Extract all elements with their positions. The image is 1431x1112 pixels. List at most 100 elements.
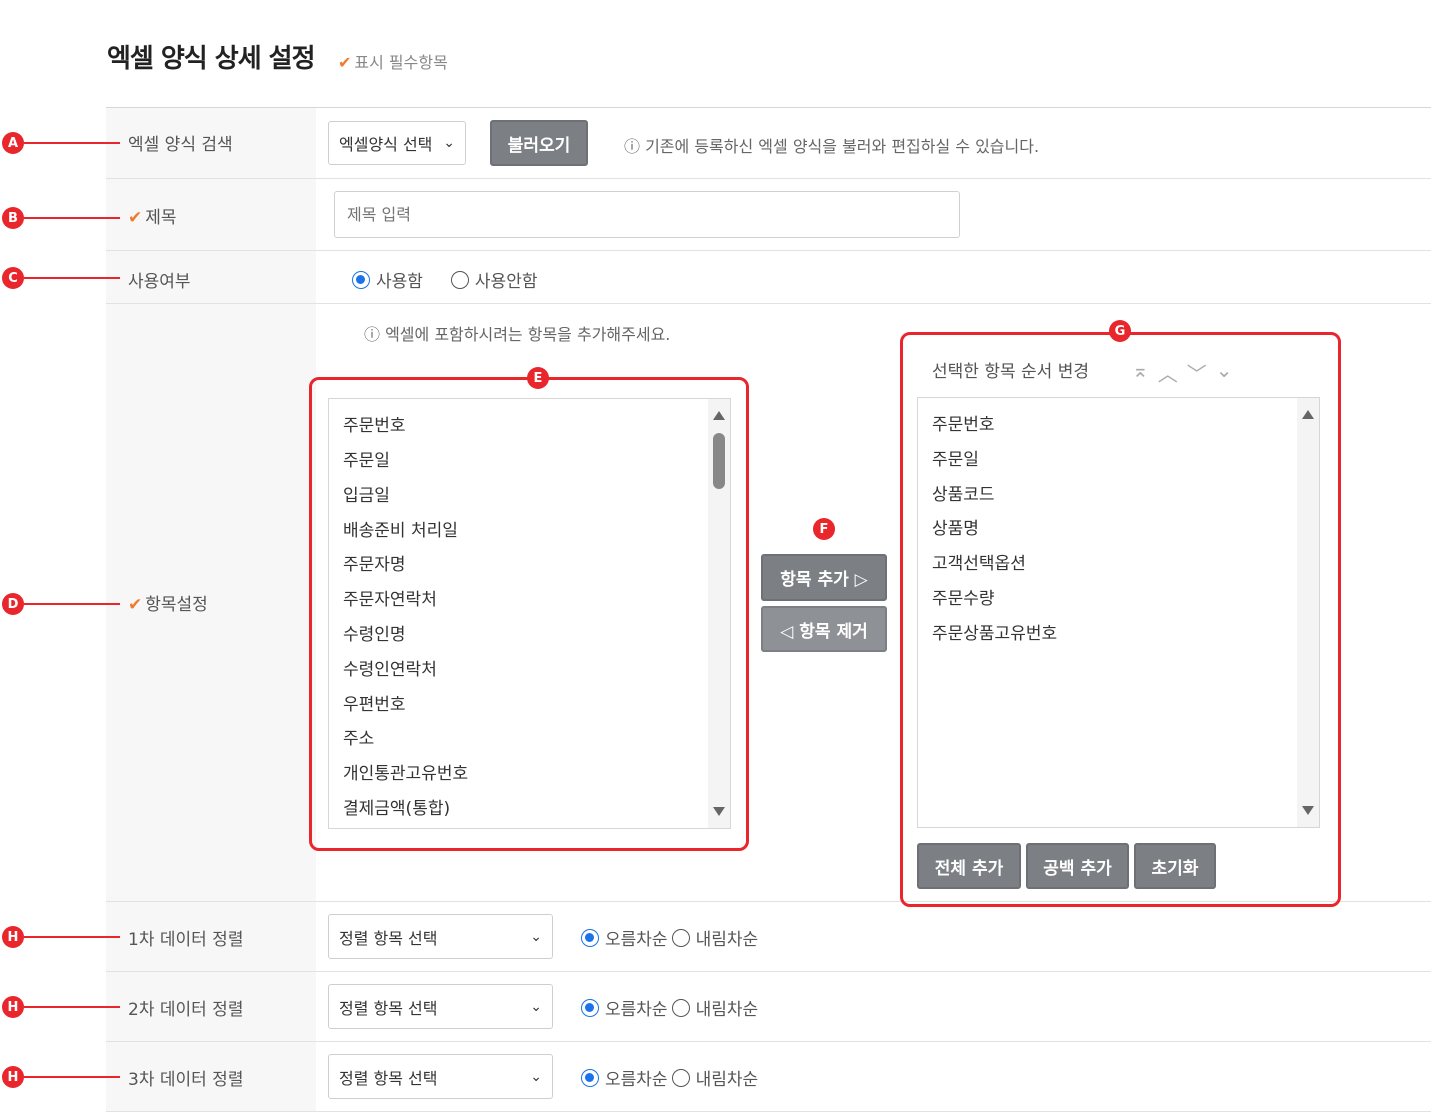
remove-item-button[interactable]: ◁ 항목 제거 <box>761 606 887 652</box>
add-all-button[interactable]: 전체 추가 <box>917 843 1021 889</box>
radio-unchecked-icon[interactable] <box>671 928 690 947</box>
asc-label: 오름차순 <box>605 930 668 950</box>
list-item[interactable]: 주문일 <box>343 446 390 471</box>
search-info-text: ⓘ 기존에 등록하신 엑셀 양식을 불러와 편집하실 수 있습니다. <box>624 137 1040 156</box>
scrollbar[interactable] <box>708 399 730 828</box>
desc-label: 내림차순 <box>695 930 759 950</box>
radio-checked-icon[interactable] <box>581 1068 599 1087</box>
list-item[interactable]: 주문일 <box>932 445 979 470</box>
marker-line <box>24 603 120 605</box>
list-item[interactable]: 상품명 <box>932 514 979 539</box>
marker-d: D <box>2 593 24 615</box>
list-item[interactable]: 주문상품고유번호 <box>932 619 1057 644</box>
asc-option[interactable]: 오름차순 <box>581 995 668 1020</box>
add-item-button[interactable]: 항목 추가 ▷ <box>761 554 887 601</box>
required-note-text: 표시 필수항목 <box>354 53 448 72</box>
list-item[interactable]: 주소 <box>343 724 374 749</box>
radio-unchecked-icon[interactable] <box>671 998 690 1017</box>
sort-order-group-1: 오름차순 내림차순 <box>581 925 758 950</box>
search-label: 엑셀 양식 검색 <box>128 135 233 155</box>
desc-label: 내림차순 <box>695 1000 759 1020</box>
asc-option[interactable]: 오름차순 <box>581 1065 668 1090</box>
use-yes-label: 사용함 <box>376 272 423 292</box>
list-item[interactable]: 주문자명 <box>343 550 406 575</box>
list-item[interactable]: 입금일 <box>343 481 390 506</box>
title-label: ✔ 제목 <box>128 203 177 228</box>
radio-checked-icon[interactable] <box>581 928 599 947</box>
desc-option[interactable]: 내림차순 <box>671 995 759 1020</box>
scroll-down-arrow-icon[interactable] <box>1302 806 1314 815</box>
scroll-thumb[interactable] <box>713 433 725 489</box>
marker-line <box>24 142 120 144</box>
chevron-down-icon: ⌄ <box>530 1068 542 1085</box>
marker-line <box>24 277 120 279</box>
sort-select-3[interactable]: 정렬 항목 선택 ⌄ <box>328 1054 553 1099</box>
excel-form-select[interactable]: 엑셀양식 선택 ⌄ <box>328 121 466 165</box>
list-item[interactable]: 개인통관고유번호 <box>343 759 468 784</box>
marker-e: E <box>527 367 549 389</box>
sort-label: 2차 데이터 정렬 <box>128 1000 244 1020</box>
radio-unchecked-icon[interactable] <box>671 1068 690 1087</box>
order-controls: ⌅ ︿ ﹀ ⌄ <box>1132 358 1233 387</box>
move-down-icon[interactable]: ﹀ <box>1187 358 1207 387</box>
use-no-option[interactable]: 사용안함 <box>450 267 537 292</box>
scrollbar[interactable] <box>1297 398 1319 827</box>
radio-checked-icon[interactable] <box>352 270 370 289</box>
items-label: ✔ 항목설정 <box>128 590 208 615</box>
sort-row-1: 1차 데이터 정렬 <box>106 902 1431 972</box>
desc-option[interactable]: 내림차순 <box>671 925 759 950</box>
radio-unchecked-icon[interactable] <box>450 270 469 289</box>
sort-label-cell: 1차 데이터 정렬 <box>106 902 316 971</box>
desc-option[interactable]: 내림차순 <box>671 1065 758 1090</box>
sort-row-3: 3차 데이터 정렬 <box>106 1042 1431 1112</box>
available-items-list[interactable]: 주문번호 주문일 입금일 배송준비 처리일 주문자명 주문자연락처 수령인명 수… <box>328 398 731 829</box>
list-item[interactable]: 수령인명 <box>343 620 406 645</box>
marker-h: H <box>2 996 24 1018</box>
scroll-down-arrow-icon[interactable] <box>713 807 725 816</box>
search-label-cell: 엑셀 양식 검색 <box>106 108 316 178</box>
scroll-up-arrow-icon[interactable] <box>713 411 725 420</box>
marker-h: H <box>2 1066 24 1088</box>
order-title: 선택한 항목 순서 변경 <box>932 362 1089 382</box>
sort-order-group-2: 오름차순 내림차순 <box>581 995 758 1020</box>
reset-button[interactable]: 초기화 <box>1134 843 1216 889</box>
sort-select-1[interactable]: 정렬 항목 선택 ⌄ <box>328 914 553 959</box>
page-title: 엑셀 양식 상세 설정 <box>107 44 316 74</box>
radio-checked-icon[interactable] <box>581 998 599 1017</box>
add-blank-button[interactable]: 공백 추가 <box>1026 843 1129 889</box>
sort-label: 1차 데이터 정렬 <box>128 930 244 950</box>
marker-c: C <box>2 267 24 289</box>
sort-select-value: 정렬 항목 선택 <box>339 1068 438 1088</box>
chevron-down-icon: ⌄ <box>530 998 542 1015</box>
title-label-cell: ✔ 제목 <box>106 179 316 250</box>
chevron-down-icon: ⌄ <box>443 135 455 151</box>
marker-f: F <box>813 518 835 540</box>
list-item[interactable]: 우편번호 <box>343 690 406 715</box>
list-item[interactable]: 수령인연락처 <box>343 655 437 680</box>
list-item[interactable]: 배송준비 처리일 <box>343 516 458 541</box>
list-item[interactable]: 주문번호 <box>343 411 406 436</box>
load-button[interactable]: 불러오기 <box>490 120 588 166</box>
move-bottom-icon[interactable]: ⌄ <box>1216 358 1233 387</box>
asc-label: 오름차순 <box>605 1000 668 1020</box>
list-item[interactable]: 주문번호 <box>932 410 995 435</box>
sort-select-2[interactable]: 정렬 항목 선택 ⌄ <box>328 984 553 1029</box>
scroll-up-arrow-icon[interactable] <box>1302 410 1314 419</box>
move-up-icon[interactable]: ︿ <box>1158 358 1178 387</box>
list-item[interactable]: 고객선택옵션 <box>932 549 1026 574</box>
list-item[interactable]: 상품코드 <box>932 480 995 505</box>
sort-order-group-3: 오름차순 내림차순 <box>581 1065 758 1090</box>
list-item[interactable]: 결제금액(통합) <box>343 794 450 819</box>
title-input[interactable] <box>334 191 960 238</box>
selected-items-list[interactable]: 주문번호 주문일 상품코드 상품명 고객선택옵션 주문수량 주문상품고유번호 <box>917 397 1320 828</box>
marker-line <box>24 1006 120 1008</box>
asc-label: 오름차순 <box>605 1070 668 1090</box>
list-item[interactable]: 주문수량 <box>932 584 995 609</box>
title-label-text: 제목 <box>145 208 177 228</box>
items-label-text: 항목설정 <box>145 595 208 615</box>
required-note: ✔ 표시 필수항목 <box>338 49 448 73</box>
list-item[interactable]: 주문자연락처 <box>343 585 437 610</box>
move-top-icon[interactable]: ⌅ <box>1132 358 1149 387</box>
use-yes-option[interactable]: 사용함 <box>352 267 423 292</box>
asc-option[interactable]: 오름차순 <box>581 925 668 950</box>
